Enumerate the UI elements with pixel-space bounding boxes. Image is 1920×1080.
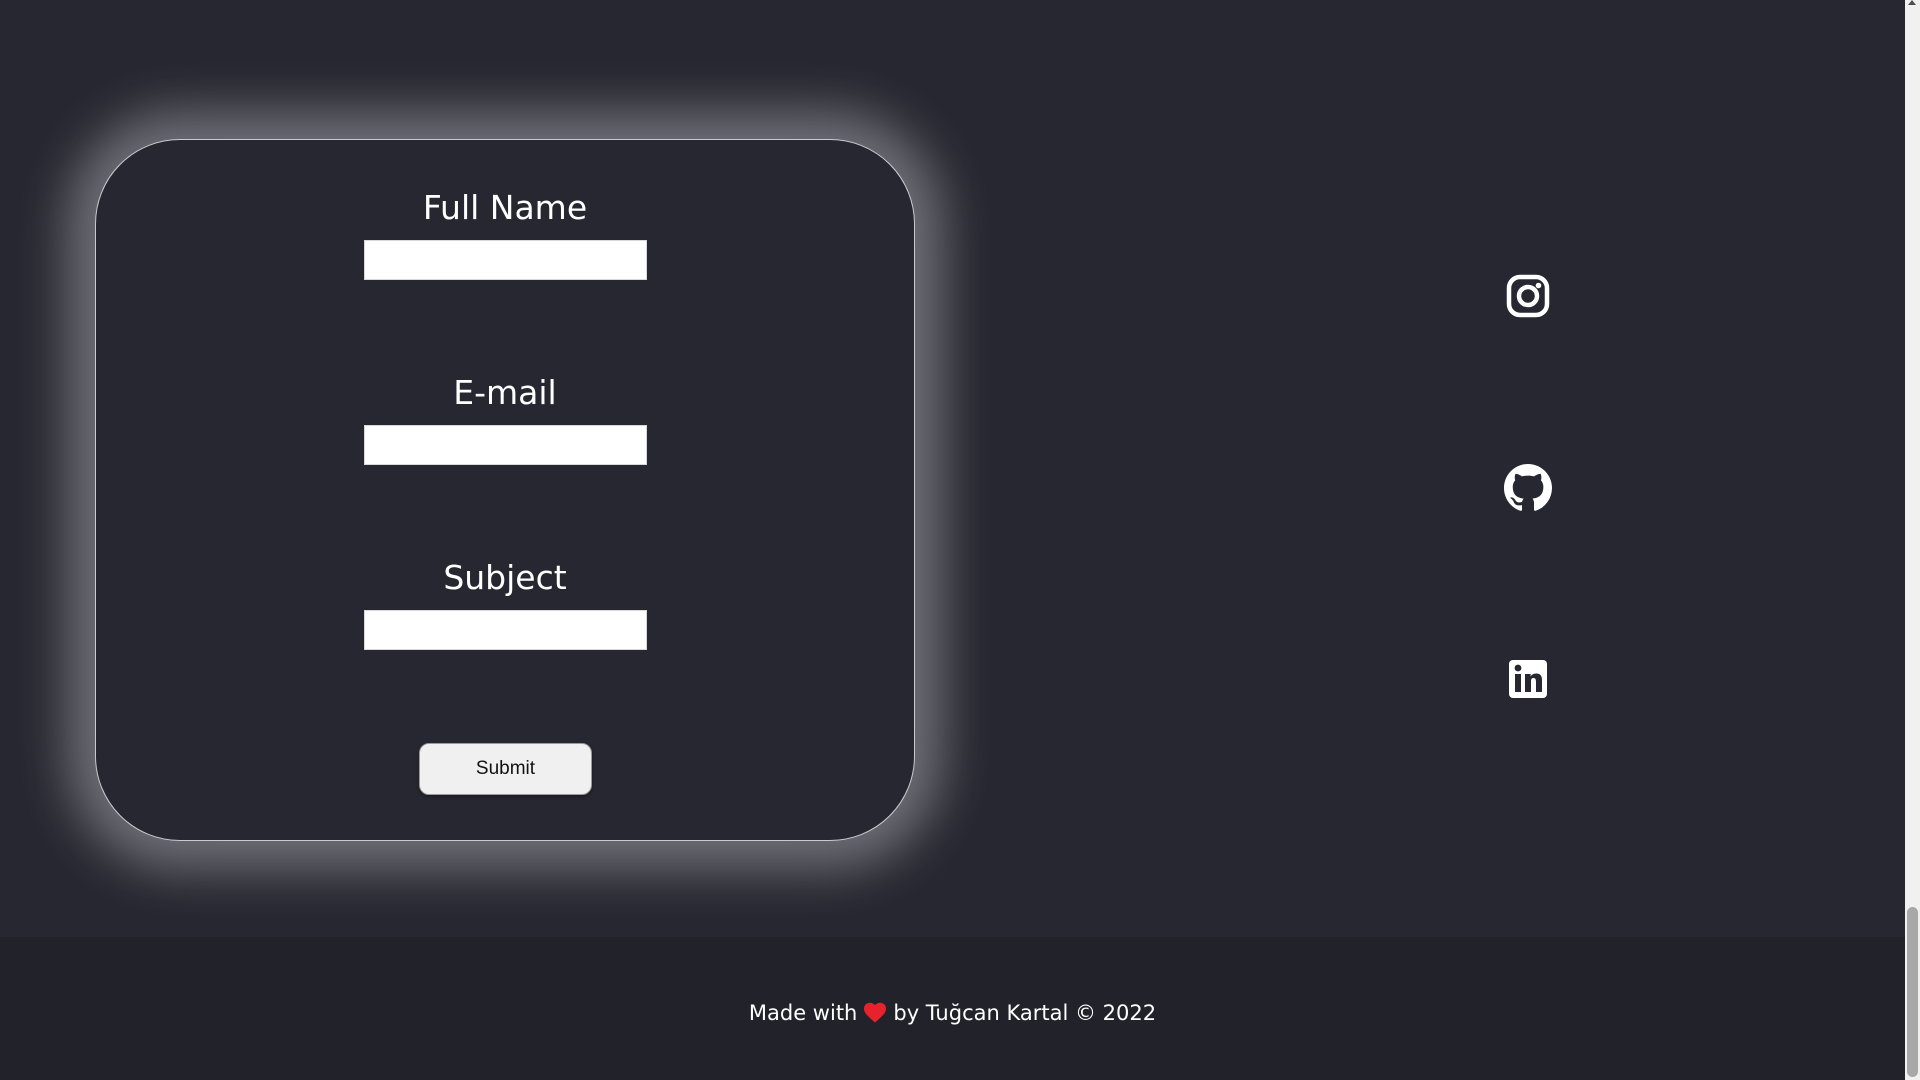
submit-button[interactable]: Submit bbox=[419, 743, 592, 795]
page: Full Name E-mail Subject Submit Made wit… bbox=[0, 0, 1920, 1080]
email-input[interactable] bbox=[363, 425, 647, 465]
subject-input[interactable] bbox=[363, 610, 647, 650]
email-field: E-mail bbox=[96, 373, 914, 465]
footer-credit: Made with by Tuğcan Kartal © 2022 bbox=[0, 999, 1905, 1027]
instagram-icon[interactable] bbox=[1504, 272, 1552, 320]
subject-label: Subject bbox=[443, 558, 567, 597]
scrollbar-thumb[interactable] bbox=[1907, 907, 1918, 1077]
subject-field: Subject bbox=[96, 558, 914, 650]
full-name-input[interactable] bbox=[363, 240, 647, 280]
scroll-up-arrow-icon[interactable] bbox=[1908, 0, 1916, 5]
scrollbar[interactable] bbox=[1905, 0, 1920, 1080]
full-name-field: Full Name bbox=[96, 188, 914, 280]
instagram-glyph bbox=[1506, 274, 1550, 318]
github-icon[interactable] bbox=[1504, 464, 1552, 512]
full-name-label: Full Name bbox=[422, 188, 588, 227]
linkedin-icon[interactable] bbox=[1504, 655, 1552, 703]
email-label: E-mail bbox=[453, 373, 557, 412]
linkedin-glyph bbox=[1509, 660, 1547, 698]
footer-made-with: Made with bbox=[748, 1001, 858, 1025]
contact-form-card: Full Name E-mail Subject Submit bbox=[95, 139, 915, 841]
footer: Made with by Tuğcan Kartal © 2022 bbox=[0, 937, 1905, 1080]
footer-author: by Tuğcan Kartal © 2022 bbox=[893, 1001, 1157, 1025]
github-glyph bbox=[1504, 464, 1552, 511]
heart-icon bbox=[863, 1001, 887, 1023]
